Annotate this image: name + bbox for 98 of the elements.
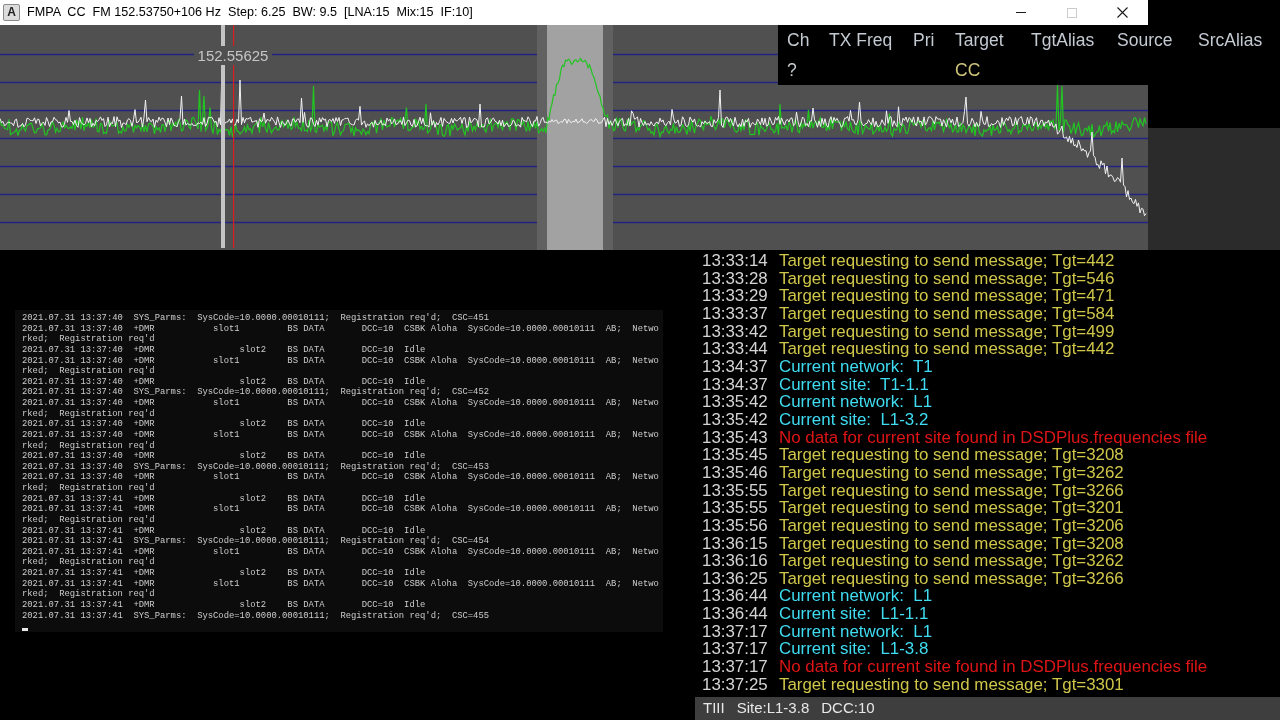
console-line: 2021.07.31 13:37:41 +DMR slot2 BS DATA DCC=10 Idle bbox=[22, 493, 427, 504]
log-message: No data for current site found in DSDPlus.frequencies file bbox=[779, 658, 1208, 676]
console-line: 2021.07.31 13:37:41 +DMR slot1 BS DATA DCC=10 CSBK Aloha SysCode=10.0000.00010111 AB; Netwo bbox=[22, 546, 660, 557]
table-cell: CC bbox=[955, 59, 981, 80]
console-line: 2021.07.31 13:37:40 +DMR slot1 BS DATA DCC=10 CSBK Aloha SysCode=10.0000.00010111 AB; Netwo bbox=[22, 323, 660, 334]
column-header: Ch bbox=[787, 28, 811, 52]
log-message: Target requesting to send message; Tgt=3262 bbox=[779, 552, 1124, 570]
console-line: 2021.07.31 13:37:40 +DMR slot2 BS DATA DCC=10 Idle bbox=[22, 376, 427, 387]
log-time: 13:36:15 bbox=[702, 534, 769, 553]
log-message: Current network: L1 bbox=[779, 587, 933, 606]
console-line: 2021.07.31 13:37:40 +DMR slot2 BS DATA DCC=10 Idle bbox=[22, 451, 427, 462]
console-line: 2021.07.31 13:37:40 SYS_Parms: SysCode=10.0000.00010111; Registration req'd; CSC=453 bbox=[22, 461, 491, 472]
cursor-icon bbox=[22, 628, 28, 632]
console-line: 2021.07.31 13:37:40 +DMR slot2 BS DATA DCC=10 Idle bbox=[22, 419, 427, 430]
console-line: 2021.07.31 13:37:40 +DMR slot2 BS DATA DCC=10 Idle bbox=[22, 344, 427, 356]
status-text: Site:L1-3.8 bbox=[736, 698, 810, 719]
log-time: 13:33:44 bbox=[702, 340, 769, 358]
maximize-icon bbox=[1066, 7, 1077, 18]
log-time: 13:36:16 bbox=[702, 552, 769, 570]
console-line: rked; Registration req'd bbox=[22, 514, 156, 526]
log-time: 13:35:56 bbox=[702, 516, 769, 535]
log-time: 13:33:37 bbox=[702, 304, 769, 323]
log-time: 13:37:17 bbox=[702, 658, 769, 676]
console-line: rked; Registration req'd bbox=[22, 334, 156, 345]
log-message: Target requesting to send message; Tgt=3262 bbox=[779, 463, 1124, 482]
console-line: rked; Registration req'd bbox=[22, 589, 156, 600]
log-time: 13:37:25 bbox=[702, 675, 769, 694]
log-time: 13:35:46 bbox=[702, 463, 769, 482]
console-line: 2021.07.31 13:37:41 +DMR slot1 BS DATA DCC=10 CSBK Aloha SysCode=10.0000.00010111 AB; Netwo bbox=[22, 578, 660, 589]
log-time: 13:36:44 bbox=[702, 587, 769, 606]
log-message: Target requesting to send message; Tgt=3208 bbox=[779, 446, 1124, 464]
console-line: 2021.07.31 13:37:40 SYS_Parms: SysCode=10.0000.00010111; Registration req'd; CSC=451 bbox=[22, 313, 491, 324]
log-time: 13:33:14 bbox=[702, 252, 769, 270]
log-message: Current network: L1 bbox=[779, 393, 933, 411]
window-title: FMPA CC FM 152.53750+106 Hz Step: 6.25 BW: 9.5 [LNA:15 Mix:15 IF:10] bbox=[27, 4, 473, 22]
column-header: Target bbox=[955, 28, 1005, 52]
column-header: SrcAlias bbox=[1198, 28, 1264, 52]
log-message: Current site: L1-3.8 bbox=[779, 640, 929, 659]
log-message: Target requesting to send message; Tgt=442 bbox=[779, 340, 1115, 358]
column-header: TgtAlias bbox=[1031, 28, 1096, 52]
log-time: 13:35:45 bbox=[702, 446, 769, 464]
log-time: 13:36:44 bbox=[702, 605, 769, 623]
console-line: 2021.07.31 13:37:41 SYS_Parms: SysCode=10.0000.00010111; Registration req'd; CSC=455 bbox=[22, 610, 491, 622]
app-icon: A bbox=[3, 4, 20, 21]
console-line: 2021.07.31 13:37:41 +DMR slot2 BS DATA DCC=10 Idle bbox=[22, 599, 427, 611]
log-message: Target requesting to send message; Tgt=3201 bbox=[779, 499, 1124, 517]
column-header: TX Freq bbox=[829, 28, 894, 52]
log-time: 13:34:37 bbox=[702, 357, 769, 376]
log-time: 13:33:29 bbox=[702, 287, 769, 305]
table-cell: ? bbox=[787, 59, 797, 80]
console-line: 2021.07.31 13:37:40 SYS_Parms: SysCode=10.0000.00010111; Registration req'd; CSC=452 bbox=[22, 387, 491, 398]
log-message: Target requesting to send message; Tgt=499 bbox=[779, 322, 1115, 341]
log-message: Target requesting to send message; Tgt=3206 bbox=[779, 516, 1124, 535]
console-line: 2021.07.31 13:37:41 +DMR slot1 BS DATA DCC=10 CSBK Aloha SysCode=10.0000.00010111 AB; Netwo bbox=[22, 504, 660, 515]
log-time: 13:33:42 bbox=[702, 322, 769, 341]
status-text: DCC:10 bbox=[821, 698, 875, 719]
console-line: rked; Registration req'd bbox=[22, 440, 156, 452]
log-time: 13:37:17 bbox=[702, 622, 769, 641]
frequency-label: 152.55625 bbox=[197, 46, 269, 64]
log-message: Current network: T1 bbox=[779, 357, 933, 376]
column-header: Source bbox=[1117, 28, 1174, 52]
console-line: rked; Registration req'd bbox=[22, 408, 156, 420]
console-line: 2021.07.31 13:37:41 +DMR slot2 BS DATA DCC=10 Idle bbox=[22, 568, 427, 579]
log-message: Target requesting to send message; Tgt=471 bbox=[779, 287, 1115, 305]
log-message: Target requesting to send message; Tgt=3266 bbox=[779, 481, 1124, 500]
console-line: rked; Registration req'd bbox=[22, 483, 156, 494]
log-time: 13:35:42 bbox=[702, 410, 769, 429]
console-line: 2021.07.31 13:37:40 +DMR slot1 BS DATA DCC=10 CSBK Aloha SysCode=10.0000.00010111 AB; Netwo bbox=[22, 472, 660, 483]
console-line: 2021.07.31 13:37:41 +DMR slot2 BS DATA DCC=10 Idle bbox=[22, 525, 427, 536]
log-message: Current site: L1-3.2 bbox=[779, 410, 929, 429]
log-time: 13:35:43 bbox=[702, 428, 769, 447]
log-message: Target requesting to send message; Tgt=584 bbox=[779, 304, 1115, 323]
log-message: Target requesting to send message; Tgt=3208 bbox=[779, 534, 1124, 553]
log-message: No data for current site found in DSDPlus.frequencies file bbox=[779, 428, 1208, 447]
log-time: 13:35:55 bbox=[702, 481, 769, 500]
log-time: 13:35:55 bbox=[702, 499, 769, 517]
console-line: rked; Registration req'd bbox=[22, 557, 156, 568]
log-time: 13:36:25 bbox=[702, 569, 769, 588]
close-icon bbox=[1117, 7, 1128, 18]
log-time: 13:34:37 bbox=[702, 375, 769, 394]
log-message: Target requesting to send message; Tgt=3301 bbox=[779, 675, 1124, 694]
log-message: Current site: L1-1.1 bbox=[779, 605, 929, 623]
status-text: TIII bbox=[703, 698, 725, 719]
console-line: rked; Registration req'd bbox=[22, 366, 156, 377]
log-message: Target requesting to send message; Tgt=546 bbox=[779, 269, 1115, 288]
log-time: 13:33:28 bbox=[702, 269, 769, 288]
log-time: 13:37:17 bbox=[702, 640, 769, 659]
console-line: 2021.07.31 13:37:40 +DMR slot1 BS DATA DCC=10 CSBK Aloha SysCode=10.0000.00010111 AB; Netwo bbox=[22, 355, 660, 366]
log-message: Current site: T1-1.1 bbox=[779, 375, 929, 394]
log-message: Target requesting to send message; Tgt=3266 bbox=[779, 569, 1124, 588]
console-line: 2021.07.31 13:37:40 +DMR slot1 BS DATA DCC=10 CSBK Aloha SysCode=10.0000.00010111 AB; Netwo bbox=[22, 398, 660, 409]
minimize-icon bbox=[1015, 12, 1026, 13]
log-message: Target requesting to send message; Tgt=442 bbox=[779, 252, 1115, 270]
console-line: 2021.07.31 13:37:41 SYS_Parms: SysCode=10.0000.00010111; Registration req'd; CSC=454 bbox=[22, 536, 491, 547]
console-line: 2021.07.31 13:37:40 +DMR slot1 BS DATA DCC=10 CSBK Aloha SysCode=10.0000.00010111 AB; Netwo bbox=[22, 429, 660, 441]
log-message: Current network: L1 bbox=[779, 622, 933, 641]
log-time: 13:35:42 bbox=[702, 393, 769, 411]
column-header: Pri bbox=[913, 28, 936, 52]
